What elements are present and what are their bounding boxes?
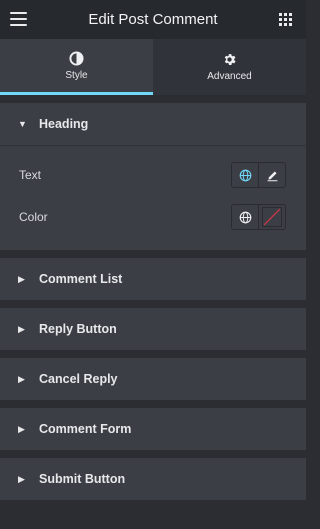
caret-right-icon: ▶ xyxy=(18,423,25,434)
pencil-icon xyxy=(267,170,277,181)
tab-style-label: Style xyxy=(65,69,88,81)
tab-style[interactable]: Style xyxy=(0,39,153,95)
section-cancel-reply-label: Cancel Reply xyxy=(39,372,118,386)
globe-icon xyxy=(239,169,251,181)
section-comment-list-label: Comment List xyxy=(39,272,123,286)
text-control-label: Text xyxy=(19,168,42,182)
caret-right-icon: ▶ xyxy=(18,273,25,284)
top-bar: Edit Post Comment xyxy=(0,0,306,39)
text-control-buttons xyxy=(231,162,286,188)
panel-title: Edit Post Comment xyxy=(88,11,218,28)
section-cancel-reply-toggle[interactable]: ▶ Cancel Reply xyxy=(0,358,306,400)
section-submit-button: ▶ Submit Button xyxy=(0,458,306,500)
section-comment-list-toggle[interactable]: ▶ Comment List xyxy=(0,258,306,300)
section-reply-button-label: Reply Button xyxy=(39,322,117,336)
section-comment-form-label: Comment Form xyxy=(39,422,132,436)
contrast-icon xyxy=(69,50,84,66)
section-cancel-reply: ▶ Cancel Reply xyxy=(0,358,306,400)
color-control-label: Color xyxy=(19,210,48,224)
gear-icon xyxy=(224,54,236,65)
caret-right-icon: ▶ xyxy=(18,373,25,384)
section-reply-button-toggle[interactable]: ▶ Reply Button xyxy=(0,308,306,350)
section-reply-button: ▶ Reply Button xyxy=(0,308,306,350)
section-comment-list: ▶ Comment List xyxy=(0,258,306,300)
global-color-button[interactable] xyxy=(232,205,258,229)
edit-text-button[interactable] xyxy=(258,163,285,187)
section-comment-form: ▶ Comment Form xyxy=(0,408,306,450)
tab-advanced-label: Advanced xyxy=(207,71,252,82)
caret-right-icon: ▶ xyxy=(18,323,25,334)
tab-advanced[interactable]: Advanced xyxy=(153,39,306,95)
globe-icon xyxy=(239,211,251,223)
section-heading: ▼ Heading Text Color xyxy=(0,103,306,250)
section-heading-toggle[interactable]: ▼ Heading xyxy=(0,103,306,146)
color-control: Color xyxy=(0,196,306,238)
global-text-button[interactable] xyxy=(232,163,258,187)
color-picker-button[interactable] xyxy=(258,205,285,229)
color-control-buttons xyxy=(231,204,286,230)
grid-icon[interactable] xyxy=(279,13,292,26)
section-heading-label: Heading xyxy=(39,117,89,131)
section-comment-form-toggle[interactable]: ▶ Comment Form xyxy=(0,408,306,450)
section-submit-button-label: Submit Button xyxy=(39,472,126,486)
text-control: Text xyxy=(0,154,306,196)
tab-bar: Style Advanced xyxy=(0,39,306,95)
caret-right-icon: ▶ xyxy=(18,473,25,484)
hamburger-menu-icon[interactable] xyxy=(10,12,27,26)
color-swatch-empty xyxy=(262,207,282,227)
section-submit-button-toggle[interactable]: ▶ Submit Button xyxy=(0,458,306,500)
caret-down-icon: ▼ xyxy=(18,119,27,129)
